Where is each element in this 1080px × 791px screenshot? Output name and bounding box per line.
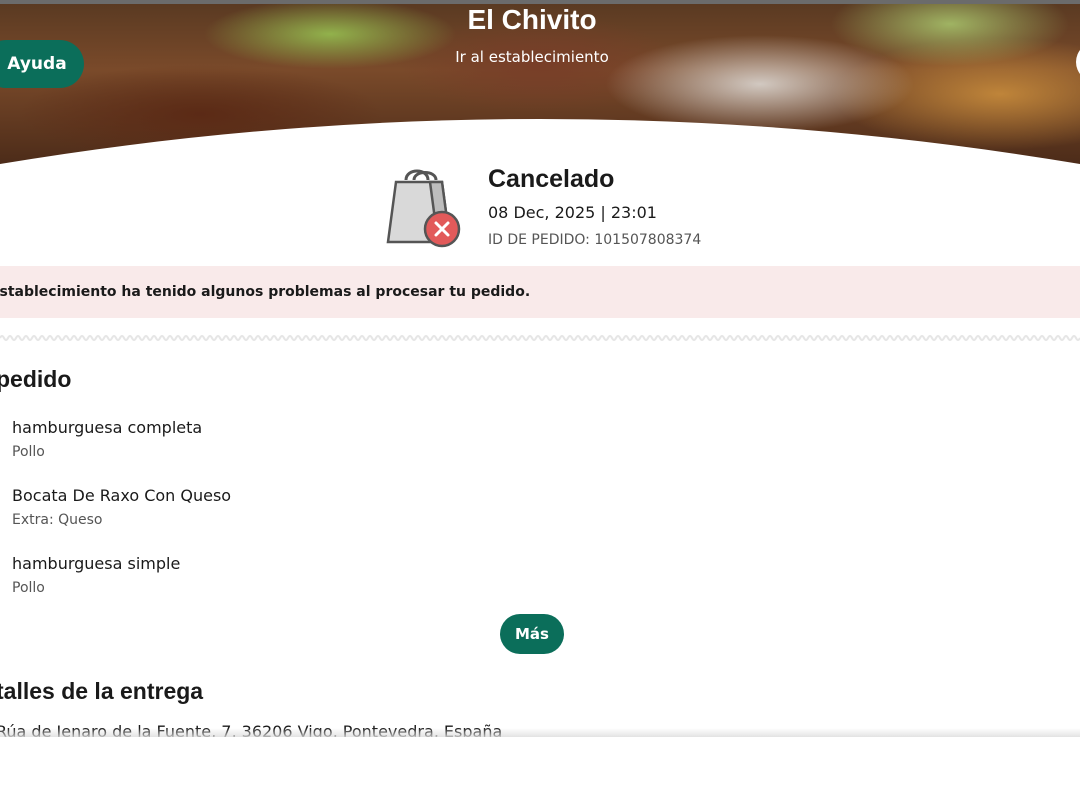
go-to-store-link[interactable]: Ir al establecimiento — [0, 48, 1064, 66]
delivery-section-title: talles de la entrega — [0, 678, 204, 704]
store-hero-banner: El Chivito Ir al establecimiento Ayuda — [0, 4, 1080, 169]
order-item-detail: Pollo — [12, 580, 45, 596]
store-name[interactable]: El Chivito — [0, 4, 1064, 36]
cancellation-alert: establecimiento ha tenido algunos proble… — [0, 266, 1080, 318]
order-section-title: pedido — [0, 366, 72, 392]
cancelled-bag-icon — [386, 169, 461, 248]
order-item-name: hamburguesa simple — [12, 554, 181, 573]
order-item-name: hamburguesa completa — [12, 418, 203, 437]
order-item-detail: Pollo — [12, 444, 45, 460]
order-item-name: Bocata De Raxo Con Queso — [12, 486, 232, 505]
order-datetime: 08 Dec, 2025 | 23:01 — [488, 203, 657, 222]
bottom-area — [0, 737, 1080, 791]
wavy-divider — [0, 335, 1080, 341]
more-items-button[interactable]: Más — [500, 614, 564, 654]
order-id: ID DE PEDIDO: 101507808374 — [488, 232, 702, 248]
alert-message: establecimiento ha tenido algunos proble… — [0, 284, 531, 300]
order-item-detail: Extra: Queso — [12, 512, 103, 528]
order-status-title: Cancelado — [488, 165, 615, 193]
help-button[interactable]: Ayuda — [0, 40, 84, 88]
